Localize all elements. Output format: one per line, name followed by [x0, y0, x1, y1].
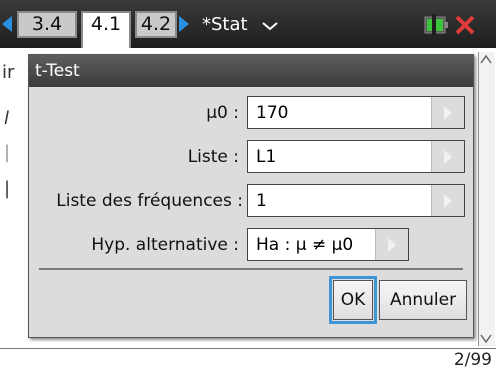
mu0-label: μ0 :	[206, 103, 239, 123]
background-text: |	[4, 142, 11, 163]
cancel-button[interactable]: Annuler	[379, 280, 467, 320]
alternative-hypothesis-value: Ha : μ ≠ μ0	[256, 235, 354, 255]
list-arrow-icon[interactable]	[431, 141, 464, 172]
mu0-value: 170	[256, 103, 289, 123]
document-title[interactable]: *Stat	[202, 14, 248, 35]
dialog-title: t-Test	[29, 55, 473, 87]
background-text: |	[4, 178, 11, 199]
tab-page-4-1[interactable]: 4.1	[81, 11, 131, 48]
list-label: Liste :	[187, 147, 239, 167]
list-input[interactable]: L1	[247, 140, 465, 173]
frequency-list-value: 1	[256, 191, 267, 211]
page-indicator: 2/99	[453, 350, 492, 370]
status-divider	[0, 348, 496, 349]
dialog-divider	[39, 268, 463, 270]
background-text: l	[4, 108, 10, 129]
close-icon[interactable]	[454, 14, 476, 36]
t-test-dialog: t-Test μ0 : 170 Liste : L1 Liste des fré…	[28, 54, 474, 338]
frequency-list-input[interactable]: 1	[247, 184, 465, 217]
alternative-hypothesis-label: Hyp. alternative :	[91, 235, 239, 255]
battery-icon	[424, 14, 448, 36]
alternative-hypothesis-arrow-icon[interactable]	[375, 229, 408, 260]
frequency-list-arrow-icon[interactable]	[431, 185, 464, 216]
scroll-up-icon[interactable]	[480, 54, 492, 64]
background-text: ir	[2, 62, 15, 83]
scroll-tabs-left-icon[interactable]	[2, 16, 12, 32]
mu0-input[interactable]: 170	[247, 96, 465, 129]
frequency-list-label: Liste des fréquences :	[56, 191, 243, 211]
list-value: L1	[256, 147, 277, 167]
tab-page-3-4[interactable]: 3.4	[17, 11, 77, 38]
scrollbar[interactable]	[478, 52, 495, 346]
chevron-down-icon[interactable]	[262, 22, 278, 30]
alternative-hypothesis-select[interactable]: Ha : μ ≠ μ0	[247, 228, 409, 261]
tab-bar: 3.4 4.1 4.2 *Stat	[0, 0, 496, 48]
mu0-arrow-icon[interactable]	[431, 97, 464, 128]
scroll-tabs-right-icon[interactable]	[179, 16, 189, 32]
scroll-down-icon[interactable]	[480, 334, 492, 344]
ok-button[interactable]: OK	[329, 276, 377, 324]
tab-page-4-2[interactable]: 4.2	[135, 11, 177, 38]
